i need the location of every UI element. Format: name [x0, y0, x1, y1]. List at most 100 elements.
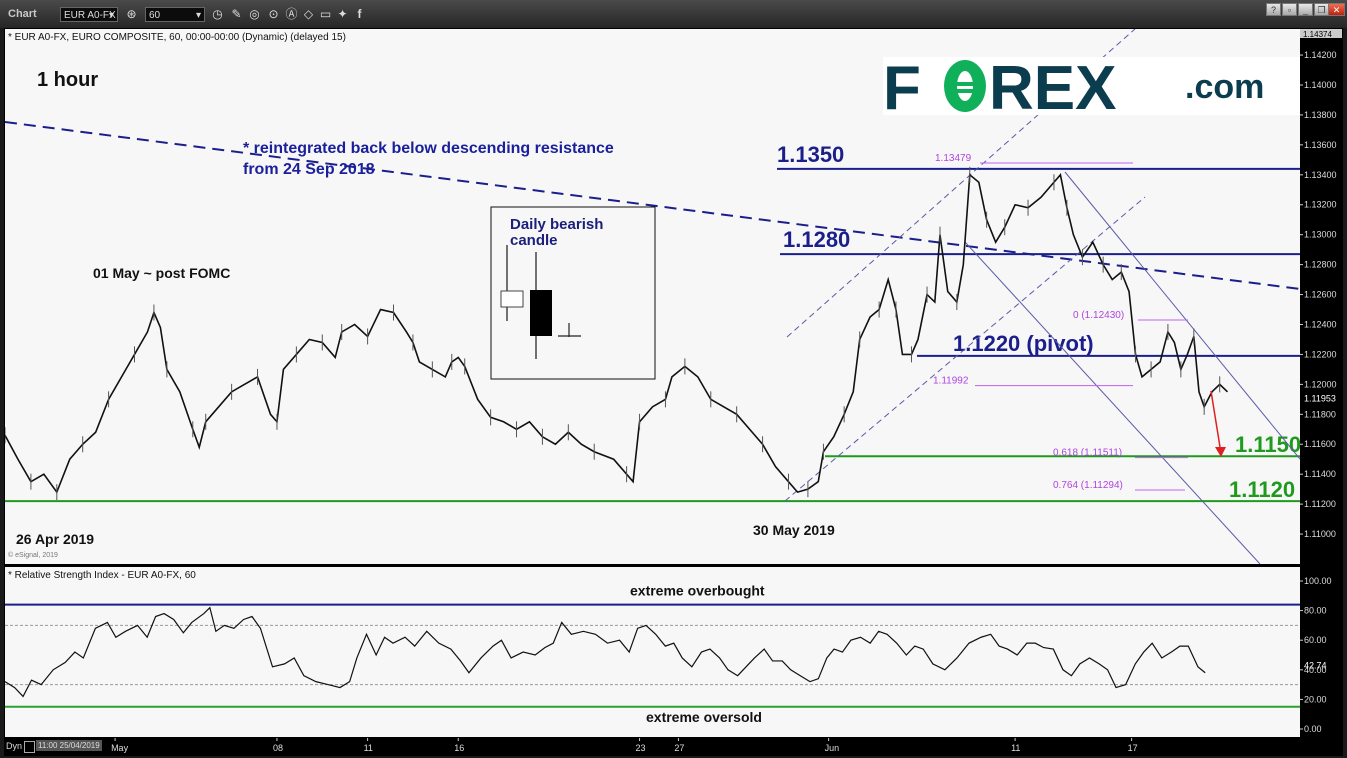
y-top-label: 1.14374 [1303, 30, 1332, 39]
bull-candle-body [500, 290, 524, 308]
y-tick-label: 1.13000 [1304, 230, 1337, 240]
rsi-level-label: extreme overbought [630, 583, 765, 599]
close-button[interactable]: ✕ [1328, 3, 1345, 16]
x-tick-label: Jun [825, 743, 840, 753]
x-tick-label: May [111, 743, 129, 753]
rsi-pane: * Relative Strength Index - EUR A0-FX, 6… [5, 567, 1300, 737]
x-axis-svg: May 08 11 16 23 27 Jun 11 17 [111, 738, 1138, 753]
inset-title-2: candle [510, 232, 558, 249]
x-tick-label: 17 [1128, 743, 1138, 753]
alert-icon[interactable]: Ⓐ [284, 7, 299, 22]
y-tick-label: 1.12200 [1304, 349, 1337, 359]
symbol-value: EUR A0-FX [64, 10, 116, 21]
fib-label: 0.618 (1.11511) [1053, 448, 1122, 459]
rsi-levels: extreme overbought extreme oversold [5, 583, 1300, 725]
rsi-y-tick-label: 80.00 [1304, 606, 1327, 616]
logo-rex: REX [989, 54, 1116, 123]
pencil-icon[interactable]: ✎ [229, 7, 244, 22]
interval-value: 60 [149, 10, 161, 21]
link-icon[interactable]: ⊛ [124, 7, 139, 22]
rsi-y-tick-label: 20.00 [1304, 694, 1327, 704]
y-tick-label: 1.14000 [1304, 80, 1337, 90]
comment-icon[interactable]: ▭ [318, 7, 333, 22]
clock-icon[interactable]: ◷ [210, 7, 225, 22]
facebook-icon[interactable]: f [352, 7, 367, 22]
apr26-label: 26 Apr 2019 [16, 531, 94, 547]
twitter-icon[interactable]: ✦ [335, 7, 350, 22]
window-titlebar: Chart EUR A0-FX ▾ ⊛ 60 ▾ ◷ ✎ ◎ ⊙ Ⓐ ◇ ▭ ✦ f… [0, 0, 1347, 28]
fib-label: 0 (1.12430) [1073, 310, 1124, 321]
rsi-y-tick-label: 100.00 [1304, 576, 1332, 586]
level-label: 1.1150 [1235, 432, 1300, 457]
forex-logo: F REX .com [883, 54, 1300, 123]
study-icon[interactable]: ◎ [247, 7, 262, 22]
level-label: 1.1350 [777, 142, 844, 167]
last-price-label: 1.11953 [1304, 393, 1336, 403]
rsi-level-label: extreme oversold [646, 709, 762, 725]
y-tick-label: 1.13600 [1304, 140, 1337, 150]
fib-label: 1.13479 [935, 153, 972, 164]
logo-o-bar-2 [956, 89, 978, 93]
y-tick-label: 1.12400 [1304, 319, 1337, 329]
rsi-y-tick-label: 0.00 [1304, 724, 1322, 734]
y-tick-label: 1.11200 [1304, 499, 1336, 509]
y-tick-label: 1.11000 [1304, 529, 1336, 539]
y-tick-label: 1.11800 [1304, 409, 1336, 419]
chevron-down-icon: ▾ [195, 10, 201, 21]
play-icon[interactable]: ⊙ [266, 7, 281, 22]
x-tick-label: 23 [636, 743, 646, 753]
x-tick-label: 16 [454, 743, 464, 753]
may30-label: 30 May 2019 [753, 522, 835, 538]
resistance-note-1: * reintegrated back below descending res… [243, 140, 614, 157]
y-tick-label: 1.12800 [1304, 260, 1337, 270]
minimize-button[interactable]: _ [1298, 3, 1313, 16]
y-tick-label: 1.13800 [1304, 110, 1337, 120]
x-tick-label: 11 [1011, 743, 1020, 753]
rsi-last-value: 42.74 [1304, 661, 1327, 671]
x-tick-label: 27 [674, 743, 684, 753]
price-pane: * EUR A0-FX, EURO COMPOSITE, 60, 00:00-0… [5, 29, 1300, 564]
chevron-down-icon: ▾ [108, 10, 114, 21]
bear-candle-body [530, 290, 552, 336]
fomc-label: 01 May ~ post FOMC [93, 265, 230, 281]
logo-f: F [883, 54, 921, 123]
y-tick-label: 1.12600 [1304, 290, 1337, 300]
symbol-select[interactable]: EUR A0-FX ▾ [60, 7, 118, 22]
level-label: 1.1280 [783, 227, 850, 252]
y-tick-label: 1.14200 [1304, 50, 1337, 60]
x-axis[interactable]: Dyn 11:00 25/04/2019 May 08 11 16 23 27 Jun 11 1… [5, 738, 1300, 756]
x-tick-label: 11 [364, 743, 373, 753]
forecast-arrow-line [1210, 390, 1221, 448]
timeframe-label: 1 hour [37, 69, 98, 91]
restore-chart-button[interactable]: ▫ [1282, 3, 1297, 16]
logo-o-bar-1 [956, 82, 978, 86]
y-axis[interactable]: 1.14200 1.14000 1.13800 1.13600 1.13400 1.132… [1300, 29, 1342, 737]
window-title: Chart [8, 8, 37, 20]
maximize-button[interactable]: ❐ [1314, 3, 1329, 16]
price-chart: 1.1350 1.1280 1.1220 (pivot) 1.1150 1.1120 1… [5, 29, 1300, 564]
resistance-note-2: from 24 Sep 2018 [243, 161, 375, 178]
logo-dotcom: .com [1185, 68, 1264, 106]
forecast-arrow [1210, 390, 1226, 457]
daily-candle-inset: Daily bearish candle [490, 206, 656, 380]
y-tick-label: 1.11400 [1304, 469, 1336, 479]
inset-title-1: Daily bearish [510, 216, 603, 233]
fib-label: 0.764 (1.11294) [1053, 480, 1123, 491]
rsi-chart: extreme overbought extreme oversold [5, 583, 1300, 725]
level-label: 1.1220 (pivot) [953, 331, 1094, 356]
y-tick-label: 1.13200 [1304, 200, 1337, 210]
rsi-series [5, 606, 1206, 698]
down-channel-lower-line [964, 241, 1261, 564]
rsi-y-tick-label: 60.00 [1304, 635, 1327, 645]
fib-levels: 1.13479 0 (1.12430) 1.11992 0.618 (1.11511)… [933, 153, 1188, 491]
help-button[interactable]: ? [1266, 3, 1281, 16]
interval-select[interactable]: 60 ▾ [145, 7, 205, 22]
x-tick-label: 08 [273, 743, 283, 753]
eraser-icon[interactable]: ◇ [301, 7, 316, 22]
level-label: 1.1120 [1229, 477, 1295, 502]
y-tick-label: 1.11600 [1304, 439, 1336, 449]
y-axis-svg: 1.14200 1.14000 1.13800 1.13600 1.13400 1.132… [1300, 29, 1342, 734]
fib-label: 1.11992 [933, 376, 969, 387]
y-tick-label: 1.12000 [1304, 379, 1337, 389]
y-tick-label: 1.13400 [1304, 170, 1337, 180]
